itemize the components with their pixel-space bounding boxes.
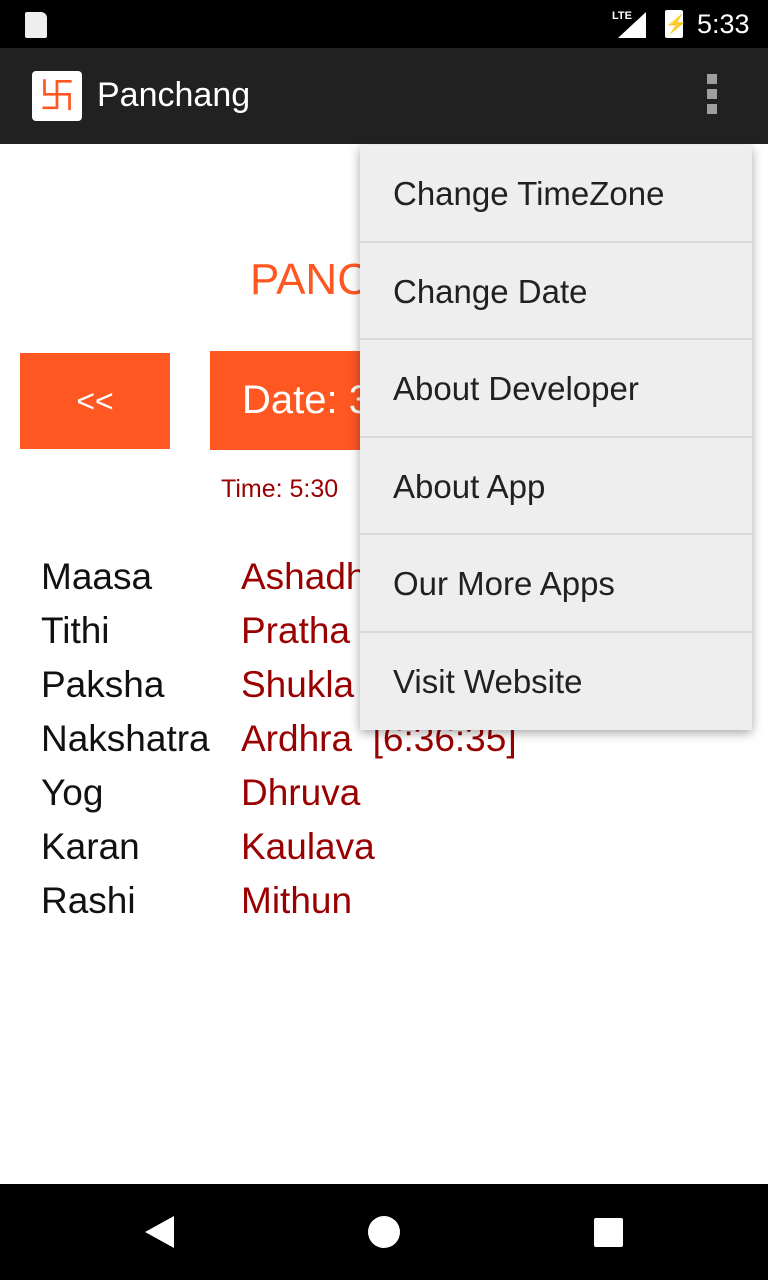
sd-card-icon <box>25 12 47 38</box>
detail-label: Tithi <box>41 610 110 651</box>
detail-value: Shukla <box>241 664 355 705</box>
overflow-menu: Change TimeZone Change Date About Develo… <box>360 145 752 730</box>
app-title: Panchang <box>97 76 251 114</box>
back-icon[interactable] <box>145 1216 174 1248</box>
app-bar: 卐 Panchang <box>0 48 768 144</box>
detail-label: Yog <box>41 772 104 813</box>
detail-label: Paksha <box>41 664 165 705</box>
swastik-icon: 卐 <box>32 71 82 121</box>
detail-label: Rashi <box>41 880 136 921</box>
previous-date-button[interactable]: << <box>20 353 170 449</box>
menu-item-change-date[interactable]: Change Date <box>360 243 752 340</box>
more-vert-icon[interactable] <box>700 74 724 118</box>
detail-value: Ashadh <box>241 556 367 597</box>
menu-item-more-apps[interactable]: Our More Apps <box>360 535 752 633</box>
detail-value: Dhruva <box>241 772 361 813</box>
detail-label: Karan <box>41 826 140 867</box>
page-heading: PANC <box>250 255 369 304</box>
menu-item-about-developer[interactable]: About Developer <box>360 340 752 438</box>
detail-value: Mithun <box>241 880 353 921</box>
status-bar: LTE ⚡ 5:33 <box>0 0 768 48</box>
signal-icon <box>618 12 646 38</box>
navigation-bar <box>0 1184 768 1280</box>
home-icon[interactable] <box>368 1216 400 1248</box>
recents-icon[interactable] <box>594 1218 623 1247</box>
menu-item-change-timezone[interactable]: Change TimeZone <box>360 145 752 243</box>
menu-item-about-app[interactable]: About App <box>360 438 752 535</box>
time-label: Time: 5:30 <box>221 475 339 503</box>
detail-label: Nakshatra <box>41 718 210 759</box>
detail-row: Karan Kaulava <box>41 826 517 880</box>
detail-row: Yog Dhruva <box>41 772 517 826</box>
battery-charging-icon: ⚡ <box>665 10 687 38</box>
detail-label: Maasa <box>41 556 153 597</box>
clock: 5:33 <box>697 9 750 39</box>
detail-value: Pratha <box>241 610 351 651</box>
detail-value: Kaulava <box>241 826 375 867</box>
menu-item-visit-website[interactable]: Visit Website <box>360 633 752 731</box>
detail-row: Rashi Mithun <box>41 880 517 934</box>
